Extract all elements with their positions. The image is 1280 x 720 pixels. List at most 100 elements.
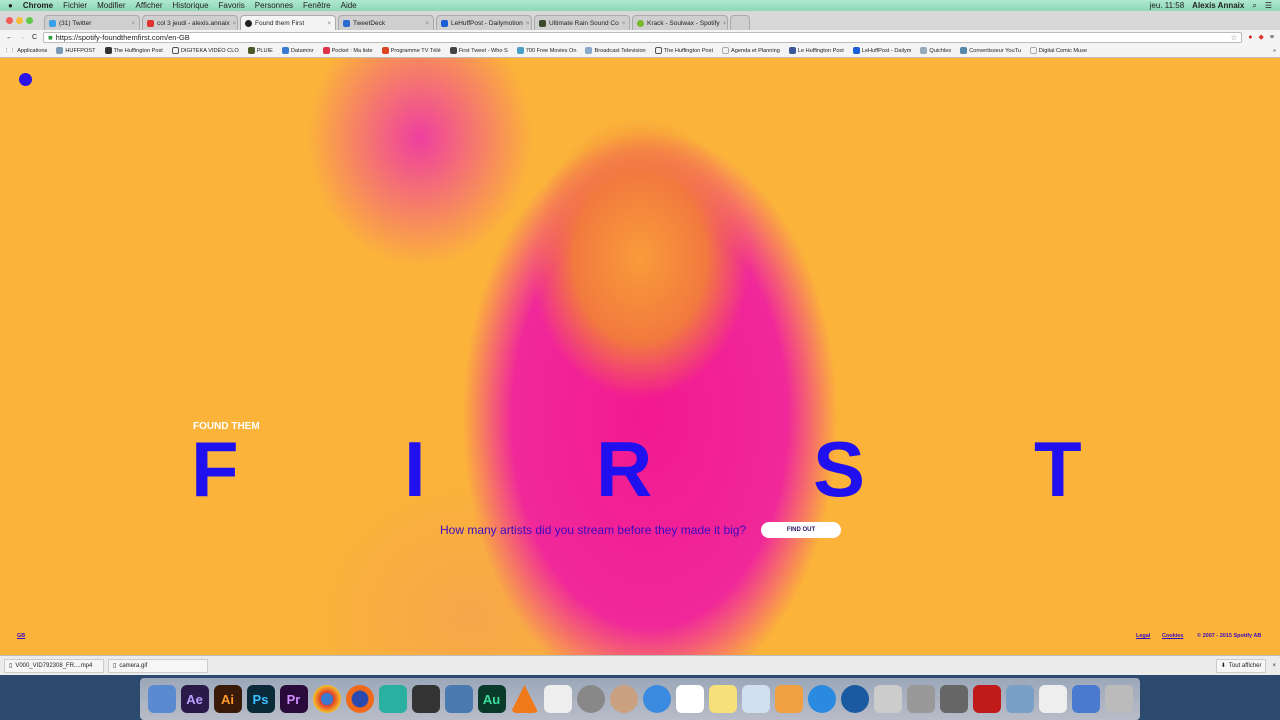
bookmark-item[interactable]: 700 Free Movies On [516, 47, 576, 54]
avatar-app-icon[interactable] [609, 685, 638, 713]
tab-twitter[interactable]: (31) Twitter × [44, 15, 140, 30]
bookmark-item[interactable]: Agenda et Planning [722, 47, 780, 54]
menu-aide[interactable]: Aide [341, 1, 357, 10]
mac-menu-bar: ● Chrome Fichier Modifier Afficher Histo… [0, 0, 1280, 11]
tab-rain-sound[interactable]: Ultimate Rain Sound Co × [534, 15, 630, 30]
menu-fichier[interactable]: Fichier [63, 1, 87, 10]
tab-spotify-krack[interactable]: Krack - Soulwax - Spotify × [632, 15, 728, 30]
bookmark-item[interactable]: Pocket : Ma liste [322, 47, 373, 54]
url-bar[interactable]: ■ https://spotify-foundthemfirst.com/en-G… [43, 31, 1243, 43]
bookmark-item[interactable]: Digital Comic Muse [1029, 47, 1087, 54]
show-all-downloads-button[interactable]: ⬇ Tout afficher [1215, 658, 1267, 673]
close-tab-icon[interactable]: × [622, 20, 626, 27]
clock[interactable]: jeu. 11:58 [1150, 1, 1185, 11]
vlc-icon[interactable] [510, 685, 539, 713]
pocket-icon[interactable]: ◆ [1259, 33, 1264, 41]
cookies-link[interactable]: Cookies [1162, 633, 1183, 639]
bookmark-folder-huffpost[interactable]: HUFFPOST [56, 47, 96, 54]
user-name[interactable]: Alexis Annaix [1192, 1, 1244, 11]
menu-modifier[interactable]: Modifier [97, 1, 125, 10]
reload-icon[interactable]: C [32, 34, 37, 41]
acrobat-icon[interactable] [972, 685, 1001, 713]
bookmark-star-icon[interactable]: ☆ [1231, 33, 1238, 42]
zoom-window-button[interactable] [26, 17, 33, 24]
menu-personnes[interactable]: Personnes [255, 1, 293, 10]
apple-icon[interactable]: ● [8, 1, 13, 10]
bookmark-item[interactable]: First Tweet - Who S [449, 47, 508, 54]
bookmark-applications[interactable]: ⋮⋮ Applications [4, 48, 47, 54]
menu-app[interactable]: Chrome [23, 1, 53, 10]
safari-icon[interactable] [642, 685, 671, 713]
bookmark-item[interactable]: Dataminr [281, 47, 314, 54]
extension-icon[interactable]: ● [1248, 34, 1252, 41]
bookmark-item[interactable]: Programme TV Télé [381, 47, 441, 54]
locale-link[interactable]: GB [17, 633, 25, 639]
legal-link[interactable]: Legal [1136, 633, 1150, 639]
chrome-menu-icon[interactable]: ≡ [1270, 34, 1274, 41]
bookmark-item[interactable]: Quichles [920, 47, 951, 54]
stickies-icon[interactable] [708, 685, 737, 713]
close-tab-icon[interactable]: × [233, 20, 237, 27]
menu-historique[interactable]: Historique [173, 1, 209, 10]
photoshop-icon[interactable]: Ps [246, 685, 275, 713]
after-effects-icon[interactable]: Ae [180, 685, 209, 713]
preview-icon[interactable] [444, 685, 473, 713]
menu-afficher[interactable]: Afficher [136, 1, 163, 10]
minimize-window-button[interactable] [16, 17, 23, 24]
close-window-button[interactable] [6, 17, 13, 24]
forward-icon[interactable]: → [19, 34, 26, 41]
back-icon[interactable]: ← [6, 34, 13, 41]
app-store-icon[interactable] [807, 685, 836, 713]
calendar-icon[interactable] [675, 685, 704, 713]
bookmark-item[interactable]: PLUIE [247, 47, 273, 54]
tab-dailymotion[interactable]: LeHuffPost - Dailymotion × [436, 15, 532, 30]
trash-icon[interactable] [1104, 685, 1133, 713]
audition-icon[interactable]: Au [477, 685, 506, 713]
slack-icon[interactable] [378, 685, 407, 713]
close-tab-icon[interactable]: × [526, 20, 530, 27]
pages-icon[interactable] [774, 685, 803, 713]
premiere-icon[interactable]: Pr [279, 685, 308, 713]
script-editor-icon[interactable] [873, 685, 902, 713]
bookmark-item[interactable]: LeHuffPost - Dailym [852, 47, 911, 54]
close-tab-icon[interactable]: × [425, 20, 429, 27]
finder-icon[interactable] [147, 685, 176, 713]
bookmark-item[interactable]: Broadcast Television [585, 47, 646, 54]
applications-folder-icon[interactable] [1005, 685, 1034, 713]
bookmark-item[interactable]: DIGITEKA VIDÉO CLO [171, 47, 239, 54]
chrome-icon[interactable] [312, 685, 341, 713]
illustrator-icon[interactable]: Ai [213, 685, 242, 713]
system-preferences-icon[interactable] [939, 685, 968, 713]
tab-gmail[interactable]: col 3 jeudi - alexis.annaix × [142, 15, 238, 30]
new-tab-button[interactable] [730, 15, 750, 30]
close-tab-icon[interactable]: × [131, 20, 135, 27]
tab-tweetdeck[interactable]: TweetDeck × [338, 15, 434, 30]
firefox-icon[interactable] [345, 685, 374, 713]
bookmark-item[interactable]: Le Huffington Post [788, 47, 844, 54]
download-item[interactable]: ▯ camera.gif [108, 658, 208, 673]
tab-found-them-first[interactable]: Found them First × [240, 15, 336, 30]
document-icon[interactable] [543, 685, 572, 713]
bookmark-item[interactable]: The Huffington Post [104, 47, 163, 54]
menu-favoris[interactable]: Favoris [219, 1, 245, 10]
final-cut-icon[interactable] [411, 685, 440, 713]
menu-fenetre[interactable]: Fenêtre [303, 1, 331, 10]
close-tab-icon[interactable]: × [723, 20, 727, 27]
preview-app-icon[interactable] [741, 685, 770, 713]
youtube-thumb-icon [539, 19, 546, 27]
close-tab-icon[interactable]: × [327, 20, 331, 27]
quicktime-icon[interactable] [840, 685, 869, 713]
downloads-stack-icon[interactable] [1071, 685, 1100, 713]
download-item[interactable]: ▯ V000_VID792308_FR....mp4 [4, 658, 104, 673]
launchpad-icon[interactable] [576, 685, 605, 713]
documents-stack-icon[interactable] [1038, 685, 1067, 713]
close-downloads-icon[interactable]: × [1272, 663, 1276, 669]
disk-utility-icon[interactable] [906, 685, 935, 713]
notification-center-icon[interactable]: ☰ [1265, 1, 1272, 11]
bookmark-item[interactable]: Convertisseur YouTu [960, 47, 1021, 54]
spotify-logo-icon[interactable] [19, 73, 32, 86]
spotlight-icon[interactable]: ⌕ [1252, 1, 1256, 11]
find-out-button[interactable]: FIND OUT [761, 522, 841, 538]
bookmarks-overflow-icon[interactable]: » [1273, 48, 1276, 54]
bookmark-item[interactable]: The Huffington Post [654, 47, 713, 54]
